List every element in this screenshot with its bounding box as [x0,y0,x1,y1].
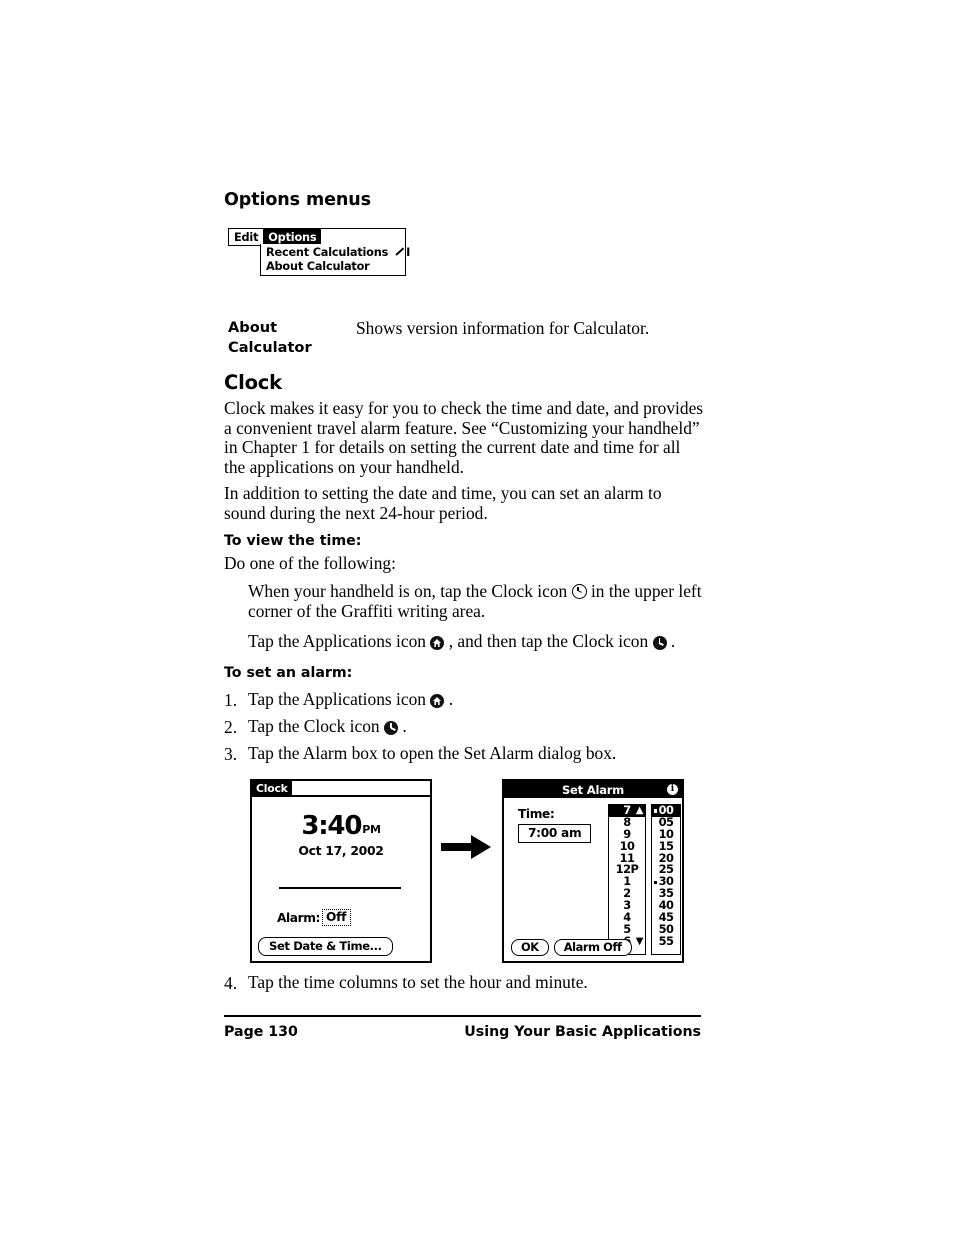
minute-column[interactable]: 00 05 10 15 20 25 30 35 40 45 50 55 [651,804,681,955]
flow-arrow-icon [441,833,493,861]
minute-cell[interactable]: 55 [652,933,680,948]
bullet-1-text-before: When your handheld is on, tap the Clock … [248,581,568,601]
footer-page-number: Page 130 [224,1024,298,1040]
step-2-text-after: . [402,716,407,736]
menu-shortcut: I [396,246,410,260]
applications-icon [430,693,445,708]
menu-item-label: About Calculator [266,260,370,273]
minute-marker-icon [653,880,657,884]
step-1: Tap the Applications icon . [248,689,704,710]
clock-divider [279,887,401,889]
clock-time-display: 3:40PM [252,811,430,841]
document-page: Options menus Edit Options Recent Calcul… [0,0,954,1235]
clock-title-label: Clock [252,781,292,795]
menu-shortcut-key: I [406,245,411,259]
set-alarm-dialog-screen: Set Alarm i Time: 7:00 am 7 ▲ 8 9 10 11 12P 1 2 3… [502,779,684,963]
step-4-number: 4. [224,973,238,993]
clock-filled-icon [383,720,398,735]
clock-paragraph-2: In addition to setting the date and time… [224,483,662,523]
minute-marker-icon [653,809,657,813]
definition-term-line2: Calculator [228,338,312,356]
clock-time-value: 3:40 [301,811,362,841]
menu-bar-item-edit[interactable]: Edit [229,229,263,245]
clock-title-bar: Clock [252,781,430,797]
clock-filled-icon [652,635,667,650]
ok-button[interactable]: OK [511,938,549,956]
clock-app-screen: Clock 3:40PM Oct 17, 2002 Alarm: Off Set… [250,779,432,963]
step-1-number: 1. [224,690,238,710]
scroll-up-arrow-icon[interactable]: ▲ [636,805,644,817]
minute-value: 55 [658,933,674,948]
view-time-bullet-2: Tap the Applications icon , and then tap… [248,631,704,652]
footer-running-title: Using Your Basic Applications [464,1024,701,1040]
menu-item-label: Recent Calculations [266,245,389,259]
step-3-number: 3. [224,744,238,764]
options-menu-figure: Edit Options Recent Calculations I About… [228,228,410,276]
clock-paragraph-1: Clock makes it easy for you to check the… [224,398,704,477]
hour-column[interactable]: 7▲89101112P123456▼ [608,804,646,955]
options-dropdown-panel: Recent Calculations I About Calculator [260,244,410,276]
clock-outline-icon [571,584,587,599]
info-icon[interactable]: i [667,784,678,795]
graffiti-stroke-icon [396,248,405,257]
set-date-time-button[interactable]: Set Date & Time... [258,937,393,956]
bullet-2-text-1: Tap the Applications icon [248,631,426,651]
clock-alarm-row: Alarm: Off [277,909,352,926]
footer-divider [224,1015,701,1017]
menu-item-about-calculator[interactable]: About Calculator [261,260,405,275]
set-alarm-time-label: Time: [518,807,555,821]
bullet-2-text-3: . [670,631,676,651]
menu-item-recent-calculations[interactable]: Recent Calculations I [261,245,410,260]
step-3-text: Tap the Alarm box to open the Set Alarm … [248,743,617,763]
step-2-number: 2. [224,717,238,737]
definition-description: Shows version information for Calculator… [356,318,650,338]
view-time-intro: Do one of the following: [224,553,396,573]
clock-time-ampm: PM [362,823,381,836]
set-alarm-time-value[interactable]: 7:00 am [518,824,592,843]
set-alarm-title-bar: Set Alarm i [504,781,682,798]
applications-icon [430,635,445,650]
view-time-bullet-1: When your handheld is on, tap the Clock … [248,581,704,621]
set-alarm-heading: To set an alarm: [224,665,353,681]
menu-bar-item-options[interactable]: Options [263,229,322,245]
definition-term-line1: About [228,319,278,336]
step-2: Tap the Clock icon . [248,716,704,737]
set-alarm-title-label: Set Alarm [561,782,625,797]
clock-alarm-label: Alarm: [277,910,321,925]
clock-date-value: Oct 17, 2002 [298,843,384,858]
clock-alarm-box[interactable]: Off [322,909,352,926]
page-section-heading: Options menus [224,190,371,210]
bullet-2-text-2: , and then tap the Clock icon [448,631,649,651]
view-time-heading: To view the time: [224,533,362,549]
step-1-text: Tap the Applications icon [248,689,426,709]
definition-term: About Calculator [228,318,348,357]
scroll-down-arrow-icon[interactable]: ▼ [636,936,644,948]
set-alarm-button-row: OK Alarm Off [511,938,632,956]
step-4-text: Tap the time columns to set the hour and… [248,972,588,992]
step-1-text-after: . [448,689,454,709]
alarm-off-button[interactable]: Alarm Off [553,938,632,956]
clock-section-heading: Clock [224,371,282,394]
step-2-text: Tap the Clock icon [248,716,380,736]
